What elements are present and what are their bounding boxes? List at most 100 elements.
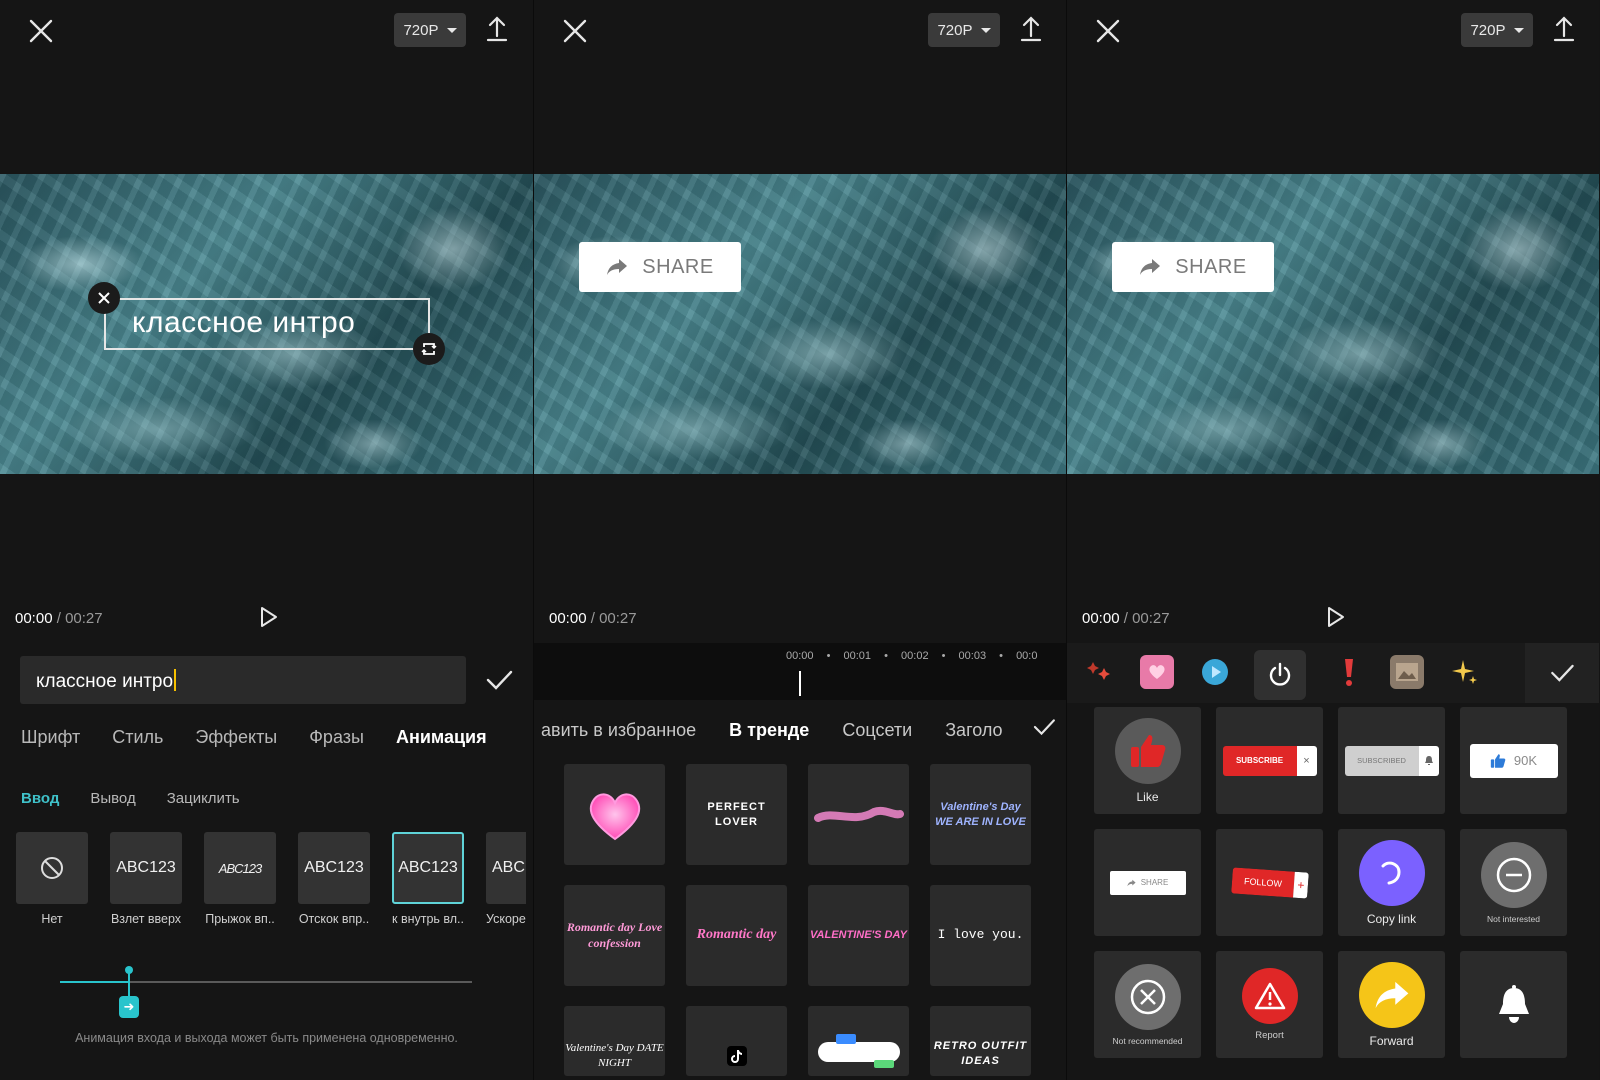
share-sticker[interactable]: SHARE [1112, 242, 1274, 292]
playhead[interactable] [799, 671, 801, 696]
current-time: 00:00 [15, 610, 53, 627]
tick-dot: • [826, 650, 831, 662]
sticker-not-recommended[interactable]: Not recommended [1094, 951, 1201, 1058]
animation-thumb: ABC123 [110, 832, 182, 904]
sticker-perfect-lover[interactable]: PERFECT LOVER [686, 764, 787, 865]
rotate-scale-icon[interactable] [413, 333, 445, 365]
animation-thumb [16, 832, 88, 904]
forward-circle [1358, 961, 1425, 1028]
video-preview[interactable]: классное интро [0, 174, 533, 474]
power-icon[interactable] [1254, 650, 1306, 700]
sticker-not-interested[interactable]: Not interested [1460, 829, 1567, 936]
text-overlay-box[interactable]: классное интро [104, 298, 430, 350]
like-count-text: 90K [1513, 753, 1538, 768]
animation-bounce[interactable]: ABC123 Отскок впр.. [298, 832, 370, 926]
tab-titles[interactable]: Заголо [945, 720, 1002, 740]
current-time: 00:00 [1082, 610, 1120, 627]
tab-style[interactable]: Стиль [112, 727, 163, 748]
share-sticker-label: SHARE [1175, 255, 1247, 278]
exclamation-icon[interactable] [1332, 655, 1366, 689]
subtab-in[interactable]: Ввод [21, 790, 59, 807]
animation-accelerate[interactable]: ABC Ускоре [486, 832, 526, 926]
love-badge-icon[interactable] [1140, 655, 1174, 689]
editor-panel-stickers-social: 720P SHARE 00:00 / 00:27 Like SUBSCRIBE … [1066, 0, 1599, 1080]
sticker-tiktok[interactable] [686, 1006, 787, 1076]
sticker-romantic-day[interactable]: Romantic day [686, 885, 787, 986]
tab-favorites[interactable]: авить в избранное [541, 720, 696, 740]
copy-link-circle [1358, 839, 1425, 906]
sticker-follow[interactable]: FOLLOW + [1216, 829, 1323, 936]
resolution-dropdown[interactable]: 720P [394, 13, 466, 47]
sticker-label: Like [1136, 789, 1159, 804]
not-recommended-circle [1114, 963, 1181, 1030]
remove-text-icon[interactable] [88, 282, 120, 314]
subtab-out[interactable]: Вывод [90, 790, 135, 807]
top-bar: 720P [534, 0, 1066, 60]
tick-dot: • [884, 650, 888, 662]
sticker-date-night[interactable]: Valentine's Day DATE NIGHT [564, 1006, 665, 1076]
sticker-i-love-you[interactable]: I love you. [930, 885, 1031, 986]
sticker-valentines-day[interactable]: VALENTINE'S DAY [808, 885, 909, 986]
animation-inside[interactable]: ABC123 к внутрь вл.. [392, 832, 464, 926]
animation-jump[interactable]: ABC123 Прыжок вп.. [204, 832, 276, 926]
sparkle-hearts-icon[interactable] [1082, 655, 1116, 689]
animation-none[interactable]: Нет [16, 832, 88, 926]
sticker-bell[interactable] [1460, 951, 1567, 1058]
tab-animation[interactable]: Анимация [396, 727, 487, 748]
resolution-label: 720P [1470, 21, 1506, 39]
total-time: 00:27 [1132, 610, 1170, 627]
thumbs-up-icon [1490, 753, 1506, 768]
text-input-field[interactable]: классное интро [20, 656, 466, 704]
video-preview[interactable]: SHARE [1067, 174, 1599, 474]
sticker-like[interactable]: Like [1094, 707, 1201, 814]
animation-hint: Анимация входа и выхода может быть приме… [75, 1031, 458, 1045]
close-icon[interactable] [24, 14, 58, 48]
video-preview[interactable]: SHARE [534, 174, 1066, 474]
slider-arrow-icon[interactable]: ➜ [119, 996, 139, 1018]
play-icon[interactable] [256, 605, 280, 629]
photo-sticker-icon[interactable] [1390, 655, 1424, 689]
sticker-pink-brush[interactable] [808, 764, 909, 865]
tab-phrases[interactable]: Фразы [309, 727, 364, 748]
export-icon[interactable] [480, 12, 514, 46]
sticker-subscribe[interactable]: SUBSCRIBE × [1216, 707, 1323, 814]
share-sticker[interactable]: SHARE [579, 242, 741, 292]
subscribed-text: SUBSCRIBED [1344, 745, 1419, 776]
close-icon[interactable] [558, 14, 592, 48]
sticker-chat-bubble[interactable] [808, 1006, 909, 1076]
sticker-heart[interactable] [564, 764, 665, 865]
tab-font[interactable]: Шрифт [21, 727, 80, 748]
sticker-subscribed[interactable]: SUBSCRIBED [1338, 707, 1445, 814]
confirm-check-icon[interactable] [482, 663, 516, 697]
confirm-check-icon[interactable] [1525, 643, 1599, 703]
export-icon[interactable] [1014, 12, 1048, 46]
resolution-dropdown[interactable]: 720P [928, 13, 1000, 47]
sticker-report[interactable]: Report [1216, 951, 1323, 1058]
subtab-loop[interactable]: Зациклить [167, 790, 240, 807]
sticker-share[interactable]: SHARE [1094, 829, 1201, 936]
timeline[interactable]: 00:00 • 00:01 • 00:02 • 00:03 • 00:0 [534, 643, 1066, 700]
tab-social[interactable]: Соцсети [842, 720, 912, 740]
like-circle [1114, 717, 1181, 784]
plus-icon: + [1292, 871, 1309, 899]
tab-trending[interactable]: В тренде [729, 720, 809, 740]
play-icon[interactable] [1323, 605, 1347, 629]
sticker-forward[interactable]: Forward [1338, 951, 1445, 1058]
animation-thumb: ABC123 [298, 832, 370, 904]
confirm-check-icon[interactable] [1030, 713, 1058, 741]
sticker-romantic-confession[interactable]: Romantic day Love confession [564, 885, 665, 986]
sticker-retro-outfit[interactable]: RETRO OUTFIT IDEAS [930, 1006, 1031, 1076]
sticker-like-count[interactable]: 90K [1460, 707, 1567, 814]
animation-fly-up[interactable]: ABC123 Взлет вверх [110, 832, 182, 926]
resolution-dropdown[interactable]: 720P [1461, 13, 1533, 47]
close-icon[interactable] [1091, 14, 1125, 48]
tab-effects[interactable]: Эффекты [195, 727, 277, 748]
like-count-pill: 90K [1469, 743, 1558, 778]
bell-icon [1498, 984, 1529, 1023]
play-badge-icon[interactable] [1198, 655, 1232, 689]
sticker-copy-link[interactable]: Copy link [1338, 829, 1445, 936]
bell-small-icon [1418, 745, 1439, 776]
export-icon[interactable] [1547, 12, 1581, 46]
sparkle-icon[interactable] [1448, 655, 1482, 689]
sticker-valentines-in-love[interactable]: Valentine's Day WE ARE IN LOVE [930, 764, 1031, 865]
